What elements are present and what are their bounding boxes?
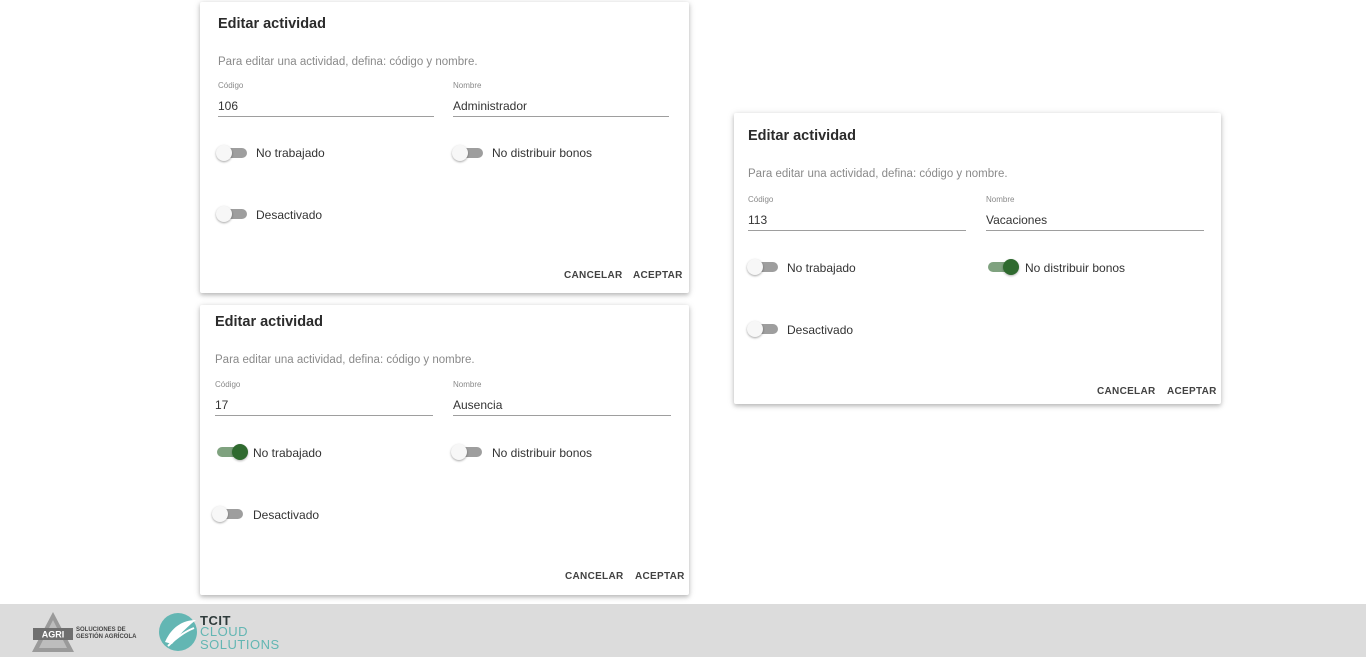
no-distribuir-bonos-toggle[interactable] <box>985 259 1019 275</box>
no-distribuir-bonos-label: No distribuir bonos <box>1025 261 1126 275</box>
accept-button[interactable]: ACEPTAR <box>1167 386 1217 397</box>
dialog-subtitle: Para editar una actividad, defina: códig… <box>218 56 478 68</box>
no-trabajado-label: No trabajado <box>787 261 856 275</box>
agri-logo-icon: AGRI <box>32 612 74 652</box>
nombre-input[interactable]: Ausencia <box>453 398 502 412</box>
desactivado-label: Desactivado <box>787 323 854 337</box>
edit-activity-dialog-3: Editar actividad Para editar una activid… <box>734 113 1221 404</box>
cancel-button[interactable]: CANCELAR <box>564 270 623 281</box>
accept-button[interactable]: ACEPTAR <box>633 270 683 281</box>
edit-activity-dialog-2: Editar actividad Para editar una activid… <box>200 305 689 595</box>
agri-tagline-line-1: SOLUCIONES DE <box>76 627 126 633</box>
nombre-label: Nombre <box>986 195 1015 204</box>
desactivado-toggle[interactable] <box>216 206 250 222</box>
no-trabajado-toggle[interactable] <box>214 444 248 460</box>
nombre-underline <box>453 415 671 416</box>
tcit-logo-icon <box>159 613 197 651</box>
codigo-input[interactable]: 17 <box>215 398 228 412</box>
tcit-subtitle-line-2: SOLUTIONS <box>200 637 280 652</box>
codigo-label: Código <box>748 195 774 204</box>
accept-button[interactable]: ACEPTAR <box>635 571 685 582</box>
desactivado-toggle[interactable] <box>747 321 781 337</box>
cancel-button[interactable]: CANCELAR <box>1097 386 1156 397</box>
nombre-label: Nombre <box>453 380 482 389</box>
dialog-subtitle: Para editar una actividad, defina: códig… <box>215 354 475 366</box>
no-trabajado-toggle[interactable] <box>216 145 250 161</box>
codigo-underline <box>215 415 433 416</box>
no-trabajado-toggle[interactable] <box>747 259 781 275</box>
dialog-title: Editar actividad <box>748 128 856 144</box>
desactivado-label: Desactivado <box>253 508 320 522</box>
cancel-button[interactable]: CANCELAR <box>565 571 624 582</box>
edit-activity-dialog-1: Editar actividad Para editar una activid… <box>200 2 689 293</box>
no-distribuir-bonos-label: No distribuir bonos <box>492 446 593 460</box>
nombre-label: Nombre <box>453 81 482 90</box>
codigo-label: Código <box>215 380 241 389</box>
no-distribuir-bonos-toggle[interactable] <box>451 444 485 460</box>
codigo-input[interactable]: 113 <box>748 213 767 227</box>
dialog-title: Editar actividad <box>218 16 326 32</box>
tcit-subtitle: CLOUD SOLUTIONS <box>200 625 280 651</box>
no-distribuir-bonos-label: No distribuir bonos <box>492 146 593 160</box>
codigo-underline <box>218 116 434 117</box>
codigo-underline <box>748 230 966 231</box>
nombre-underline <box>986 230 1204 231</box>
dialog-subtitle: Para editar una actividad, defina: códig… <box>748 168 1008 180</box>
agri-tagline: SOLUCIONES DE GESTIÓN AGRÍCOLA <box>76 627 136 641</box>
desactivado-label: Desactivado <box>256 208 323 222</box>
nombre-underline <box>453 116 669 117</box>
codigo-label: Código <box>218 81 244 90</box>
agri-logo-text: AGRI <box>42 630 65 640</box>
nombre-input[interactable]: Administrador <box>453 99 527 113</box>
no-trabajado-label: No trabajado <box>256 146 325 160</box>
no-trabajado-label: No trabajado <box>253 446 322 460</box>
no-distribuir-bonos-toggle[interactable] <box>452 145 486 161</box>
codigo-input[interactable]: 106 <box>218 99 238 113</box>
agri-tagline-line-2: GESTIÓN AGRÍCOLA <box>76 634 137 640</box>
dialog-title: Editar actividad <box>215 314 323 330</box>
nombre-input[interactable]: Vacaciones <box>986 213 1047 227</box>
desactivado-toggle[interactable] <box>212 506 246 522</box>
